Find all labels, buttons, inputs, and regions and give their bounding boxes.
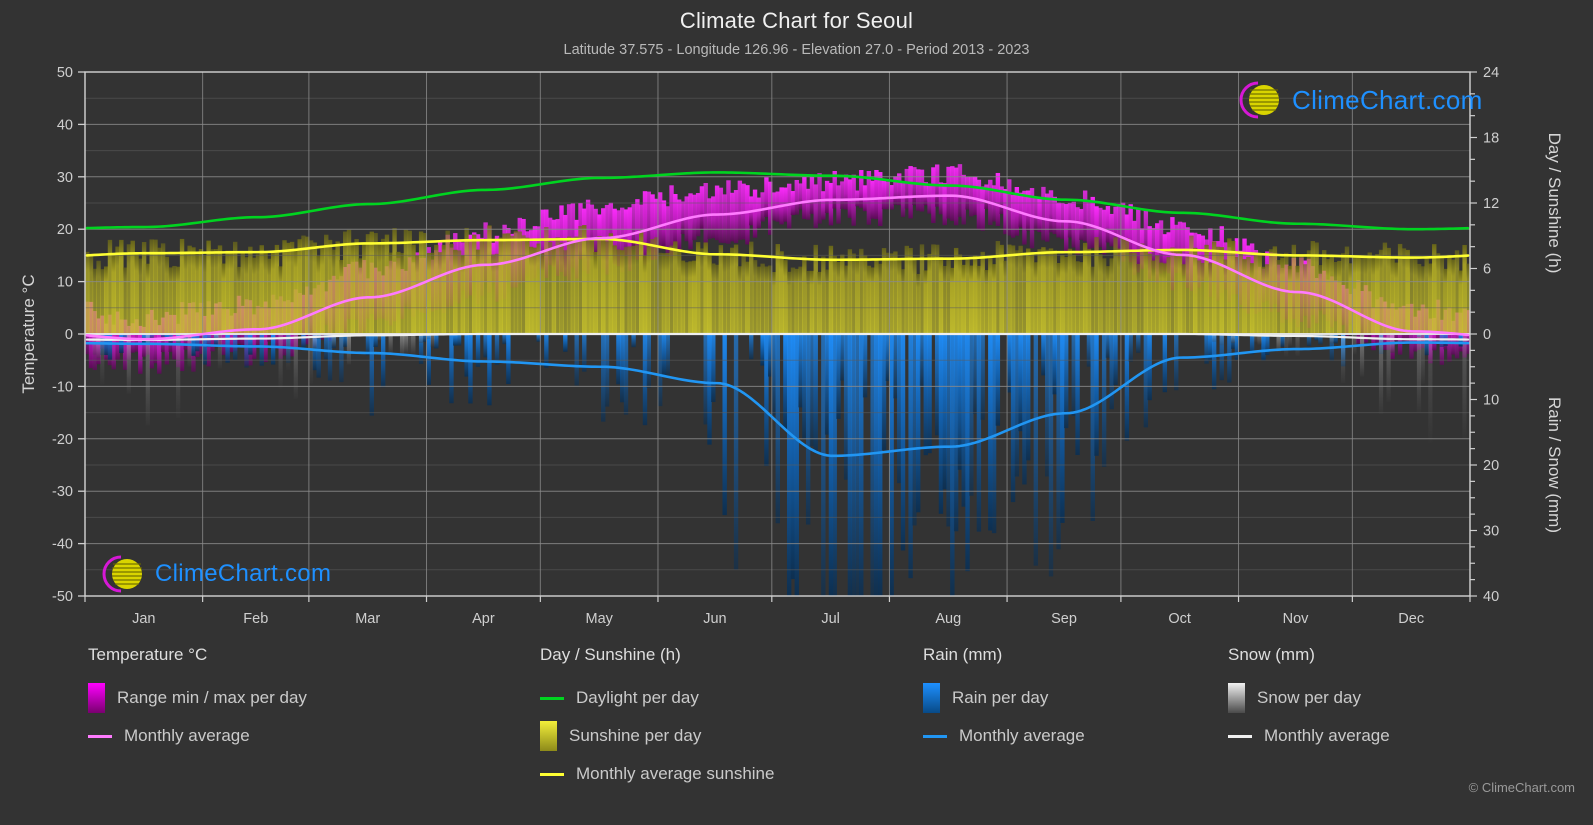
right-bottom-axis-title: Rain / Snow (mm) — [1545, 397, 1564, 533]
legend-swatch-holder — [923, 734, 947, 738]
legend-item-label: Daylight per day — [576, 688, 699, 707]
left-axis-title: Temperature °C — [19, 274, 38, 393]
legend-group-title: Temperature °C — [88, 645, 208, 664]
legend-group: Snow (mm) Snow per day Monthly average — [1228, 645, 1390, 755]
legend-item-label: Monthly average sunshine — [576, 764, 775, 783]
right-bottom-axis-tick-label: 10 — [1483, 393, 1499, 409]
legend-line-icon — [1228, 734, 1252, 738]
legend-item[interactable]: Monthly average — [1228, 717, 1390, 755]
legend-swatch-holder — [88, 734, 112, 738]
legend-item-label: Range min / max per day — [117, 688, 307, 707]
legend-line-icon — [88, 734, 112, 738]
left-axis-tick-label: 20 — [57, 222, 73, 238]
legend-item[interactable]: Daylight per day — [540, 679, 774, 717]
right-bottom-axis-tick-label: 30 — [1483, 524, 1499, 540]
legend-swatch-icon — [923, 683, 940, 713]
x-axis-month-label: May — [585, 611, 613, 627]
left-axis-tick-label: -10 — [52, 379, 73, 395]
left-axis-tick-label: 50 — [57, 65, 73, 81]
legend-item[interactable]: Sunshine per day — [540, 717, 774, 755]
legend-item[interactable]: Monthly average sunshine — [540, 755, 774, 793]
right-top-axis-tick-label: 0 — [1483, 327, 1491, 343]
legend-group: Temperature °C Range min / max per day Mon… — [88, 645, 307, 755]
x-axis-month-label: Jul — [821, 611, 840, 627]
legend-swatch-holder — [540, 696, 564, 700]
right-top-axis-tick-label: 18 — [1483, 131, 1499, 147]
climate-chart-svg: 50 40 30 20 10 0 -10 -20 -30 -40 -50 Temperature °C… — [19, 65, 1564, 627]
x-axis-month-label: Dec — [1398, 611, 1424, 627]
legend-group-title: Snow (mm) — [1228, 645, 1315, 664]
legend-swatch-icon — [540, 721, 557, 751]
x-axis-month-label: Mar — [355, 611, 380, 627]
legend-item[interactable]: Snow per day — [1228, 679, 1390, 717]
x-axis-month-label: Oct — [1168, 611, 1191, 627]
x-axis-month-label: Sep — [1051, 611, 1077, 627]
copyright-text: © ClimeChart.com — [1468, 780, 1575, 795]
right-top-axis-tick-label: 6 — [1483, 262, 1491, 278]
legend-swatch-icon — [88, 683, 105, 713]
legend-swatch-holder — [1228, 734, 1252, 738]
x-axis-month-label: Aug — [935, 611, 961, 627]
legend-group: Rain (mm) Rain per day Monthly average — [923, 645, 1085, 755]
legend-item-label: Monthly average — [124, 726, 250, 745]
x-axis-month-label: Jun — [703, 611, 726, 627]
legend-item[interactable]: Monthly average — [923, 717, 1085, 755]
right-bottom-axis-tick-label: 20 — [1483, 458, 1499, 474]
right-top-axis-tick-label: 24 — [1483, 65, 1499, 81]
legend-group-title: Day / Sunshine (h) — [540, 645, 681, 664]
legend-line-icon — [923, 734, 947, 738]
legend-line-icon — [540, 772, 564, 776]
chart-legend: Temperature °C Range min / max per day Mon… — [0, 645, 1593, 820]
left-axis-tick-label: 10 — [57, 275, 73, 291]
legend-item[interactable]: Monthly average — [88, 717, 307, 755]
x-axis-month-label: Jan — [132, 611, 155, 627]
legend-item-label: Monthly average — [959, 726, 1085, 745]
legend-item-label: Rain per day — [952, 688, 1049, 707]
legend-item-label: Sunshine per day — [569, 726, 702, 745]
left-axis-tick-label: -50 — [52, 589, 73, 605]
left-axis-tick-label: 30 — [57, 170, 73, 186]
left-axis-tick-label: -30 — [52, 484, 73, 500]
legend-swatch-holder — [540, 772, 564, 776]
left-axis-tick-label: -40 — [52, 537, 73, 553]
legend-item[interactable]: Rain per day — [923, 679, 1085, 717]
legend-group-title: Rain (mm) — [923, 645, 1003, 664]
left-axis-tick-label: 0 — [65, 327, 73, 343]
legend-item-label: Snow per day — [1257, 688, 1361, 707]
legend-line-icon — [540, 696, 564, 700]
legend-swatch-icon — [1228, 683, 1245, 713]
legend-item[interactable]: Range min / max per day — [88, 679, 307, 717]
right-top-axis-title: Day / Sunshine (h) — [1545, 133, 1564, 274]
x-axis-month-label: Feb — [243, 611, 268, 627]
left-axis-tick-label: -20 — [52, 432, 73, 448]
legend-group: Day / Sunshine (h) Daylight per day Sunshi… — [540, 645, 774, 793]
climate-chart-page: Climate Chart for Seoul Latitude 37.575 … — [0, 0, 1593, 825]
right-bottom-axis-tick-label: 40 — [1483, 589, 1499, 605]
left-axis-tick-label: 40 — [57, 117, 73, 133]
right-top-axis-tick-label: 12 — [1483, 196, 1499, 212]
x-axis-month-label: Nov — [1283, 611, 1310, 627]
legend-item-label: Monthly average — [1264, 726, 1390, 745]
x-axis-month-label: Apr — [472, 611, 495, 627]
